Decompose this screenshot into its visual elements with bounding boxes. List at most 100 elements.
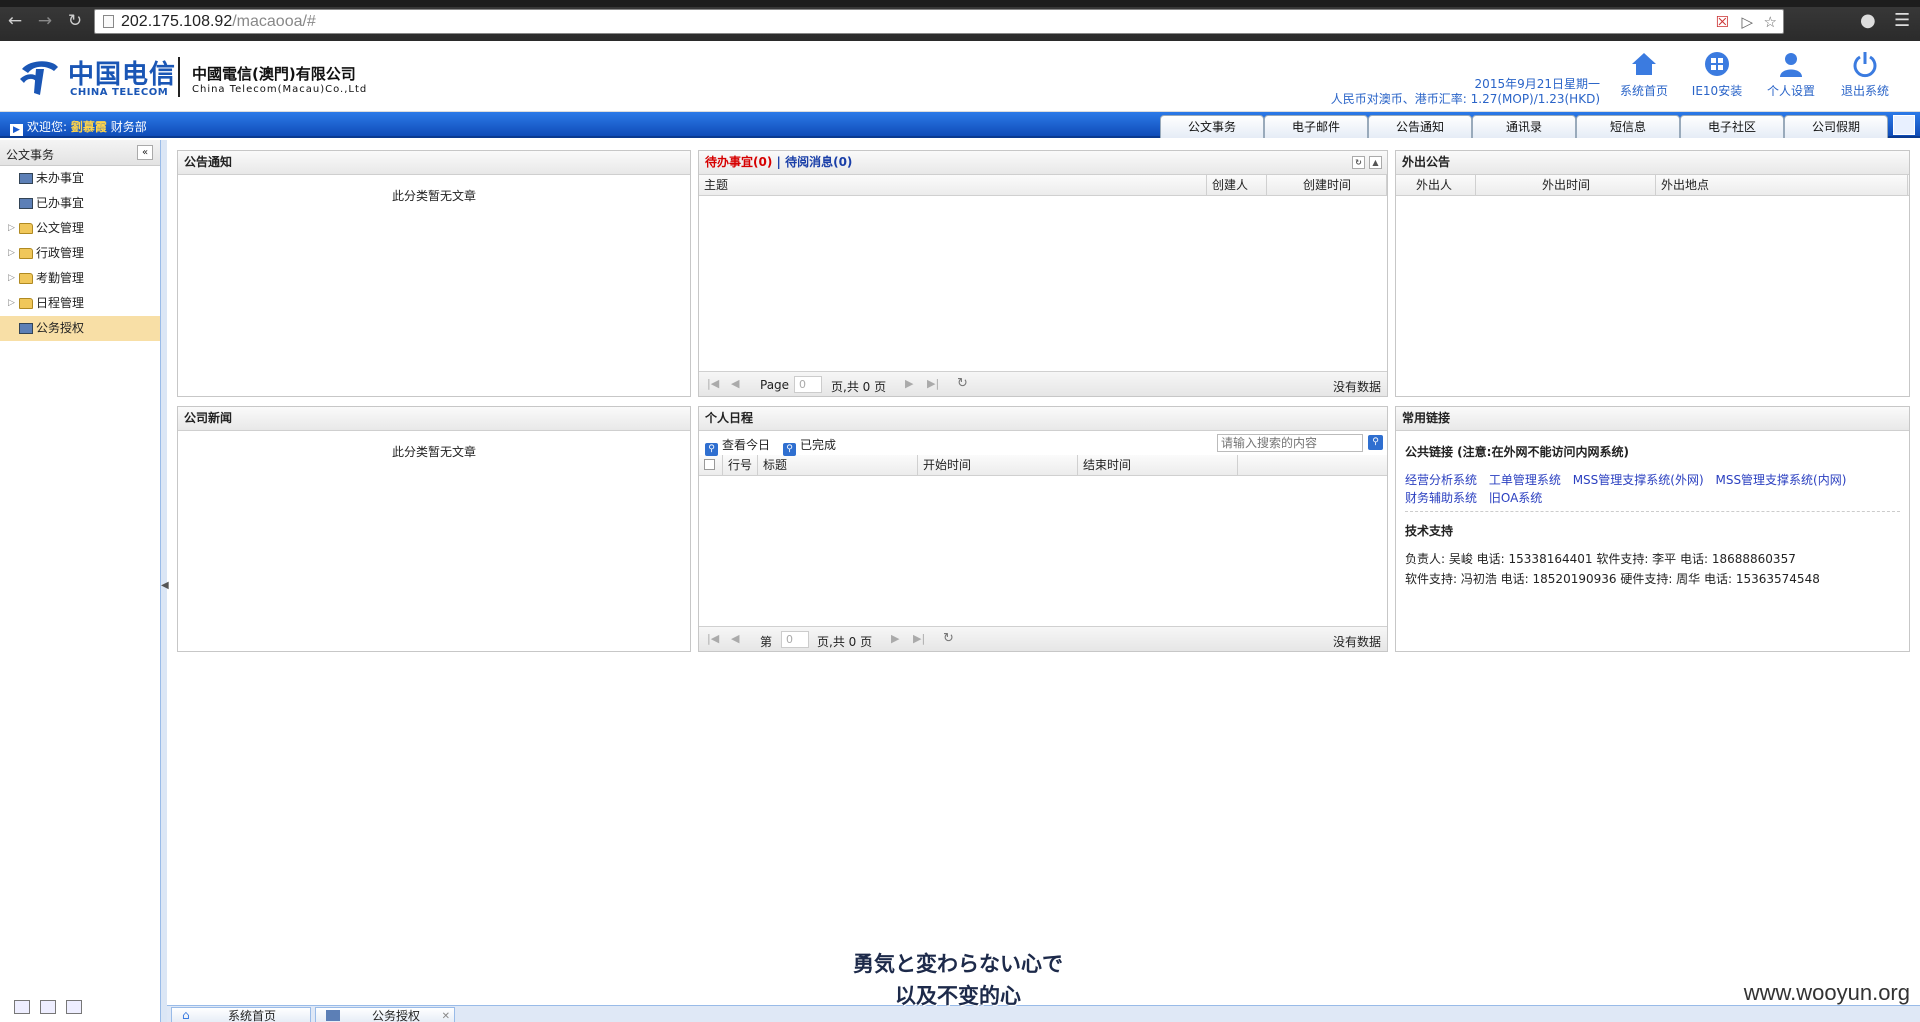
address-bar[interactable]: 202.175.108.92/macaooa/# ☒ ▷ ☆: [94, 9, 1784, 34]
extension-circle-icon[interactable]: ●: [1860, 10, 1876, 31]
welcome-bar: ▶ 欢迎您: 劉慕霞 财务部 公文事务 电子邮件 公告通知 通讯录 短信息 电子社…: [0, 112, 1920, 138]
sidebar-header: 公文事务 «: [0, 140, 160, 166]
link-old-oa[interactable]: 旧OA系统: [1489, 491, 1542, 505]
collapse-panel-icon[interactable]: ▲: [1369, 156, 1382, 169]
sidebar-item-attendance[interactable]: ▷ 考勤管理: [0, 266, 160, 291]
nav-settings-label: 个人设置: [1766, 84, 1815, 98]
expand-arrow-icon[interactable]: ▷: [8, 291, 15, 316]
column-person[interactable]: 外出人: [1396, 175, 1476, 195]
column-row-number[interactable]: 行号: [723, 455, 758, 475]
splitter-arrow-icon[interactable]: ◀: [161, 580, 169, 591]
date-rate-info: 2015年9月21日星期一 人民币对澳币、港币汇率: 1.27(MOP)/1.2…: [1331, 77, 1600, 107]
nav-settings-button[interactable]: 个人设置: [1756, 50, 1826, 99]
link-ticket-mgmt[interactable]: 工单管理系统: [1489, 473, 1561, 487]
sidebar-item-schedule[interactable]: ▷ 日程管理: [0, 291, 160, 316]
sidebar-item-admin-mgmt[interactable]: ▷ 行政管理: [0, 241, 160, 266]
nav-ie10-button[interactable]: IE10安装: [1682, 50, 1752, 99]
prev-page-icon[interactable]: ◀: [731, 377, 739, 390]
tab-pending[interactable]: 待办事宜(0): [705, 155, 772, 169]
column-creator[interactable]: 创建人: [1207, 175, 1267, 195]
last-page-icon[interactable]: ▶|: [927, 377, 939, 390]
refresh-panel-icon[interactable]: ↻: [1352, 156, 1365, 169]
column-start-time[interactable]: 开始时间: [918, 455, 1078, 475]
app-header: 中国电信 CHINA TELECOM 中國電信(澳門)有限公司 China Te…: [0, 41, 1920, 112]
briefcase-icon[interactable]: [14, 1000, 30, 1014]
refresh-icon[interactable]: ↻: [943, 631, 954, 646]
bookmark-star-icon[interactable]: ☆: [1764, 13, 1777, 31]
refresh-icon[interactable]: ↻: [957, 376, 968, 391]
view-today-button[interactable]: ⚲ 查看今日: [705, 436, 770, 456]
user-department: 财务部: [110, 120, 147, 134]
empty-message: 此分类暂无文章: [391, 445, 476, 459]
tab-documents[interactable]: 公文事务: [1160, 115, 1264, 138]
link-mss-external[interactable]: MSS管理支撑系统(外网): [1573, 473, 1704, 487]
column-created-time[interactable]: 创建时间: [1267, 175, 1387, 195]
browser-chrome: ← → ↻ 202.175.108.92/macaooa/# ☒ ▷ ☆ ● ☰: [0, 0, 1920, 41]
link-finance-aux[interactable]: 财务辅助系统: [1405, 491, 1477, 505]
sidebar-item-authorization[interactable]: 公务授权: [0, 316, 160, 341]
folder-icon: [19, 273, 33, 284]
company-name-en: China Telecom(Macau)Co.,Ltd: [192, 84, 368, 95]
sidebar-item-done[interactable]: 已办事宜: [0, 191, 160, 216]
close-icon[interactable]: ✕: [442, 1009, 450, 1022]
url-path: /macaooa/#: [232, 13, 316, 30]
column-place[interactable]: 外出地点: [1656, 175, 1908, 195]
sidebar-item-pending[interactable]: 未办事宜: [0, 166, 160, 191]
next-page-icon[interactable]: ▶: [905, 377, 913, 390]
column-time[interactable]: 外出时间: [1476, 175, 1656, 195]
first-page-icon[interactable]: |◀: [707, 632, 719, 645]
menu-icon[interactable]: ☰: [1894, 10, 1910, 31]
ie-install-icon: [1705, 52, 1729, 76]
tab-announcements[interactable]: 公告通知: [1368, 115, 1472, 138]
blocked-popup-icon[interactable]: ☒: [1716, 13, 1729, 31]
expand-arrow-icon[interactable]: ▷: [8, 241, 15, 266]
first-page-icon[interactable]: |◀: [707, 377, 719, 390]
sidebar-item-label: 已办事宜: [36, 196, 85, 210]
schedule-search-input[interactable]: [1217, 434, 1363, 452]
calendar-icon[interactable]: [40, 1000, 56, 1014]
tab-contacts[interactable]: 通讯录: [1472, 115, 1576, 138]
link-business-analysis[interactable]: 经营分析系统: [1405, 473, 1477, 487]
completed-button[interactable]: ⚲ 已完成: [783, 436, 836, 456]
schedule-grid-header: 行号 标题 开始时间 结束时间: [699, 455, 1387, 476]
open-tab-home[interactable]: ⌂ 系统首页: [171, 1007, 311, 1022]
link-mss-internal[interactable]: MSS管理支撑系统(内网): [1715, 473, 1846, 487]
exchange-rate: 人民币对澳币、港币汇率: 1.27(MOP)/1.23(HKD): [1330, 92, 1600, 106]
nav-home-label: 系统首页: [1619, 84, 1668, 98]
tab-community[interactable]: 电子社区: [1680, 115, 1784, 138]
pager-prefix: 第: [760, 635, 773, 649]
message-icon[interactable]: [66, 1000, 82, 1014]
select-all-checkbox[interactable]: [704, 459, 715, 470]
nav-logout-button[interactable]: 退出系统: [1830, 50, 1900, 99]
prev-page-icon[interactable]: ◀: [731, 632, 739, 645]
page-number-input[interactable]: 0: [781, 631, 809, 648]
tab-holidays[interactable]: 公司假期: [1784, 115, 1888, 138]
column-end-time[interactable]: 结束时间: [1078, 455, 1238, 475]
tab-email[interactable]: 电子邮件: [1264, 115, 1368, 138]
tab-unread[interactable]: 待阅消息(0): [785, 155, 852, 169]
next-page-icon[interactable]: ▶: [891, 632, 899, 645]
sidebar-item-doc-mgmt[interactable]: ▷ 公文管理: [0, 216, 160, 241]
nav-home-button[interactable]: 系统首页: [1609, 50, 1679, 99]
open-tab-authorization[interactable]: 公务授权 ✕: [315, 1007, 455, 1022]
collapse-icon[interactable]: «: [137, 145, 153, 160]
nav-logout-label: 退出系统: [1840, 84, 1889, 98]
expand-arrow-icon[interactable]: ▷: [8, 266, 15, 291]
column-title[interactable]: 标题: [758, 455, 918, 475]
window-toggle-icon[interactable]: [1893, 115, 1915, 135]
sidebar-bottom-tools: [14, 1000, 82, 1014]
reload-icon[interactable]: ↻: [64, 11, 86, 31]
back-icon[interactable]: ←: [4, 11, 26, 31]
sidebar-item-label: 未办事宜: [36, 171, 85, 185]
last-page-icon[interactable]: ▶|: [913, 632, 925, 645]
forward-icon[interactable]: →: [34, 11, 56, 31]
tab-sms[interactable]: 短信息: [1576, 115, 1680, 138]
expand-arrow-icon[interactable]: ▷: [8, 216, 15, 241]
sidebar-splitter[interactable]: ◀: [161, 140, 169, 1022]
announcement-panel: 公告通知 此分类暂无文章: [177, 150, 691, 397]
search-button-icon[interactable]: ⚲: [1368, 435, 1383, 450]
page-number-input[interactable]: 0: [794, 376, 822, 393]
column-subject[interactable]: 主题: [699, 175, 1207, 195]
extension-icon[interactable]: ▷: [1741, 13, 1753, 31]
schedule-toolbar: ⚲ 查看今日 ⚲ 已完成 ⚲: [699, 431, 1387, 456]
